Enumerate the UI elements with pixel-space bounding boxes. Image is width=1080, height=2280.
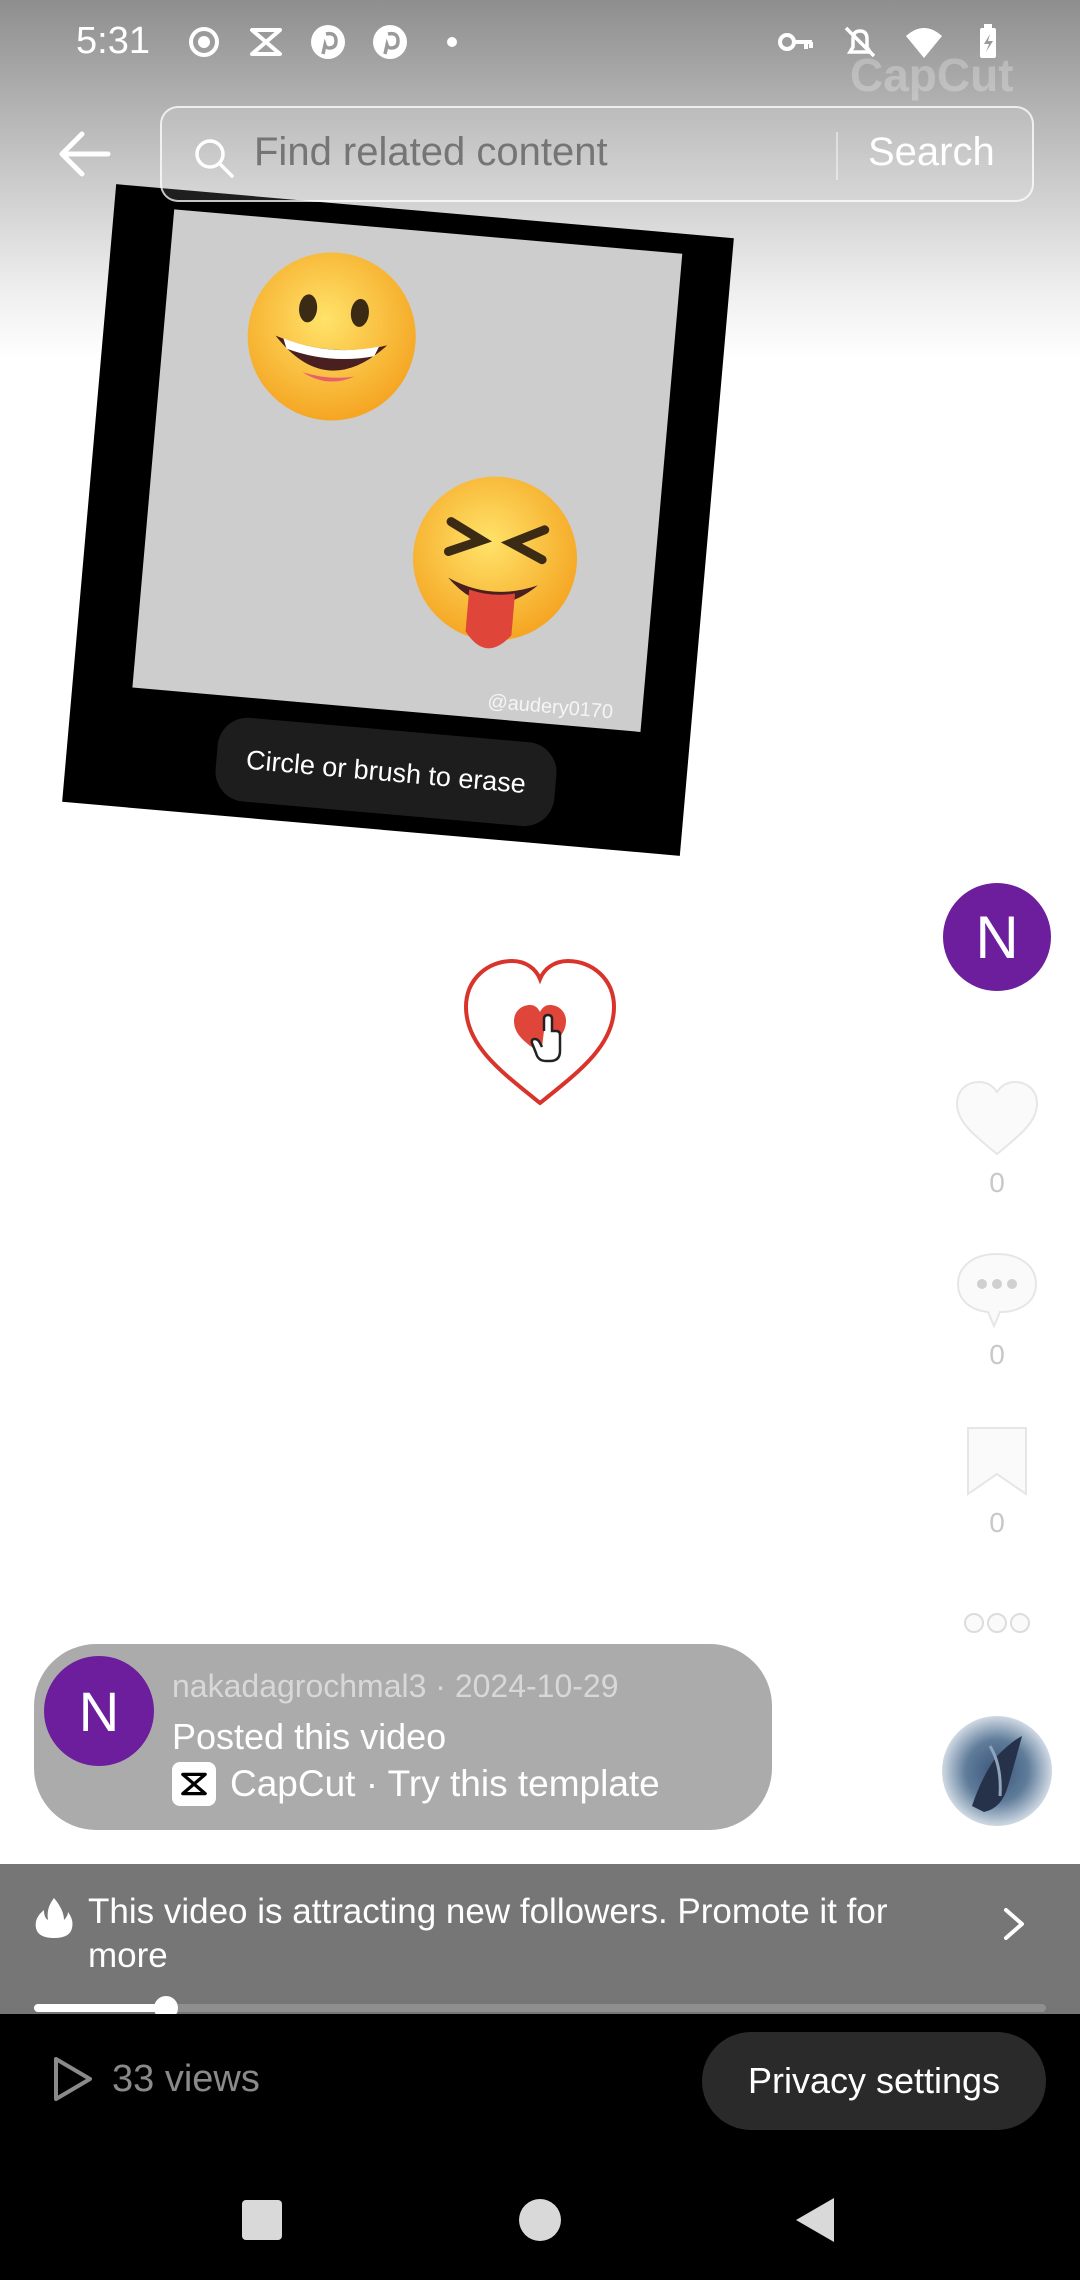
author-meta: nakadagrochmal3 · 2024-10-29 xyxy=(172,1668,619,1704)
status-icons-left xyxy=(184,22,472,62)
heart-icon xyxy=(955,1080,1039,1156)
views-counter: 33 views xyxy=(48,2054,260,2104)
like-count: 0 xyxy=(989,1167,1005,1198)
save-count: 0 xyxy=(989,1507,1005,1538)
erase-hint-pill: Circle or brush to erase xyxy=(212,715,560,829)
grinning-emoji-icon xyxy=(247,252,416,421)
template-label: CapCut · Try this template xyxy=(230,1763,660,1804)
play-icon xyxy=(54,2057,92,2101)
vpn-key-icon xyxy=(778,33,813,51)
promote-banner[interactable]: This video is attracting new followers. … xyxy=(0,1864,1080,2014)
android-nav-bar xyxy=(0,2170,1080,2280)
chevron-right-icon xyxy=(1004,1908,1024,1940)
privacy-settings-button[interactable]: Privacy settings xyxy=(702,2032,1046,2130)
save-action[interactable]: 0 xyxy=(940,1424,1054,1539)
home-icon[interactable] xyxy=(510,2190,570,2250)
back-arrow-icon[interactable] xyxy=(52,122,116,186)
flame-icon xyxy=(35,1898,73,1938)
music-cover-image xyxy=(972,1736,1022,1812)
squinting-tongue-emoji-icon xyxy=(413,476,578,649)
like-action[interactable]: 0 xyxy=(940,1080,1054,1199)
status-time: 5:31 xyxy=(76,20,150,62)
search-input[interactable] xyxy=(254,130,734,175)
pinterest-icon xyxy=(311,25,345,59)
video-info-card: N nakadagrochmal3 · 2024-10-29 Posted th… xyxy=(34,1644,772,1830)
notification-dot-icon xyxy=(447,37,457,47)
posted-label: Posted this video xyxy=(172,1716,447,1757)
capcut-logo-icon xyxy=(172,1762,216,1806)
more-options-icon[interactable] xyxy=(962,1608,1032,1638)
capcut-watermark: CapCut xyxy=(850,49,1014,101)
search-icon xyxy=(195,139,234,178)
search-button[interactable]: Search xyxy=(868,130,995,175)
comment-count: 0 xyxy=(989,1339,1005,1370)
info-avatar[interactable]: N xyxy=(44,1656,154,1766)
recents-icon[interactable] xyxy=(232,2190,292,2250)
capcut-template-link[interactable]: CapCut · Try this template xyxy=(172,1762,660,1806)
views-label: 33 views xyxy=(112,2057,260,2100)
author-avatar[interactable]: N xyxy=(940,880,1054,994)
progress-fill xyxy=(34,2004,166,2012)
music-disc[interactable] xyxy=(942,1716,1052,1826)
pinterest-icon-2 xyxy=(373,25,407,59)
search-divider xyxy=(836,132,838,180)
back-icon[interactable] xyxy=(786,2190,846,2250)
video-progress-bar[interactable] xyxy=(34,1996,1046,2020)
capcut-icon xyxy=(250,28,282,56)
record-icon xyxy=(189,27,219,57)
heart-cursor-icon xyxy=(463,958,617,1106)
screen: @audery0170 Circle or brush to erase 5:3… xyxy=(0,0,1080,2280)
video-frame[interactable]: @audery0170 Circle or brush to erase xyxy=(62,184,734,856)
tiktok-handle: @audery0170 xyxy=(486,690,614,724)
video-inner: @audery0170 xyxy=(132,209,683,732)
bookmark-icon xyxy=(967,1427,1027,1496)
search-box[interactable]: Search xyxy=(160,106,1034,202)
promote-text: This video is attracting new followers. … xyxy=(88,1892,888,1975)
comment-icon xyxy=(956,1252,1038,1329)
comment-action[interactable]: 0 xyxy=(940,1250,1054,1371)
